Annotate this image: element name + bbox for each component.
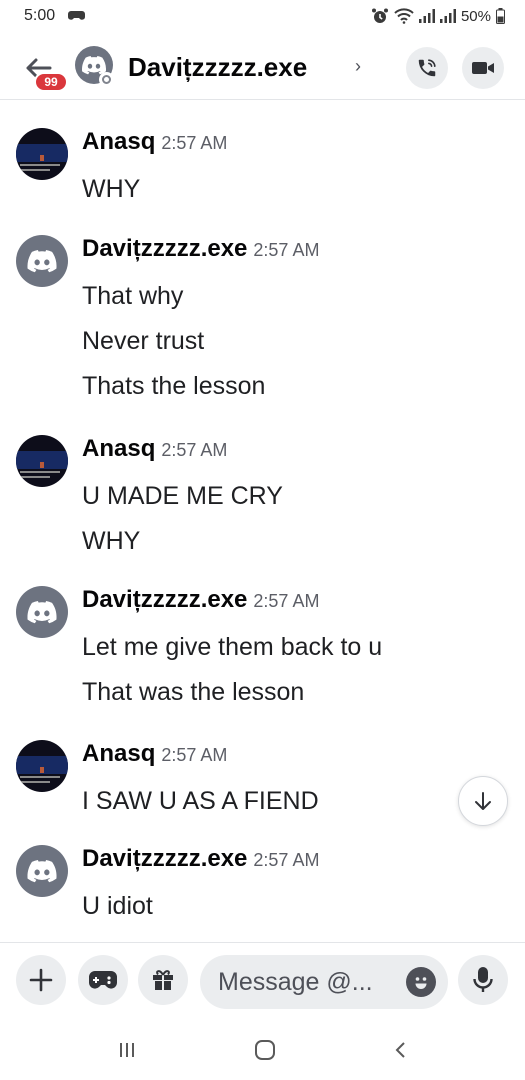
user-avatar-discord-default[interactable]: [16, 845, 68, 897]
signal-icon: [418, 9, 435, 23]
user-avatar-anasq[interactable]: [16, 740, 68, 792]
message-input[interactable]: Message @...: [200, 955, 448, 1009]
home-icon: [255, 1040, 275, 1060]
user-avatar-discord-default[interactable]: [16, 586, 68, 638]
wifi-icon: [394, 8, 414, 24]
message-text[interactable]: That why: [82, 282, 183, 311]
message-timestamp: 2:57 AM: [253, 591, 320, 611]
message-timestamp: 2:57 AM: [161, 440, 228, 460]
user-avatar-anasq[interactable]: [16, 128, 68, 180]
message-text[interactable]: U idiot: [82, 892, 153, 921]
activities-button[interactable]: [78, 955, 128, 1005]
emoji-button[interactable]: [406, 967, 436, 997]
message-header: Davițzzzzz.exe 2:57 AM: [82, 235, 319, 263]
battery-percent: 50%: [460, 7, 491, 25]
message-text[interactable]: Never trust: [82, 327, 204, 356]
jump-to-present-button[interactable]: [458, 776, 508, 826]
message-header: Anasq 2:57 AM: [82, 128, 227, 156]
phone-icon: [418, 59, 436, 77]
back-chevron-icon: [395, 1042, 405, 1058]
user-avatar-discord-default[interactable]: [16, 235, 68, 287]
voice-call-button[interactable]: [406, 47, 448, 89]
back-nav-button[interactable]: [386, 1036, 416, 1064]
message-timestamp: 2:57 AM: [253, 850, 320, 870]
offline-status-indicator: [99, 72, 114, 87]
gift-icon: [153, 970, 173, 990]
voice-message-button[interactable]: [458, 955, 508, 1005]
message-timestamp: 2:57 AM: [253, 240, 320, 260]
message-text[interactable]: U MADE ME CRY: [82, 482, 283, 511]
message-header: Anasq 2:57 AM: [82, 435, 227, 463]
message-input-placeholder: Message @...: [218, 967, 373, 996]
message-author[interactable]: Anasq: [82, 128, 155, 155]
chat-header: 99 Davițzzzzz.exe ›: [0, 34, 525, 100]
message-header: Anasq 2:57 AM: [82, 740, 227, 768]
discord-icon: [27, 859, 57, 882]
message-composer: Message @...: [0, 942, 525, 1020]
message-author[interactable]: Davițzzzzz.exe: [82, 235, 247, 262]
plus-icon: [29, 968, 53, 992]
gamepad-notification-icon: [68, 11, 85, 20]
status-icons: 50%: [371, 5, 505, 27]
discord-icon: [27, 249, 57, 272]
chat-title[interactable]: Davițzzzzz.exe: [128, 52, 307, 83]
message-author[interactable]: Anasq: [82, 740, 155, 767]
message-header: Davițzzzzz.exe 2:57 AM: [82, 586, 319, 614]
message-text[interactable]: WHY: [82, 527, 140, 556]
battery-icon: [496, 8, 505, 24]
message-author[interactable]: Davițzzzzz.exe: [82, 845, 247, 872]
video-camera-icon: [472, 62, 494, 74]
signal-icon-2: [439, 9, 456, 23]
message-text[interactable]: That was the lesson: [82, 678, 304, 707]
home-button[interactable]: [250, 1036, 280, 1064]
alarm-icon: [371, 8, 388, 23]
discord-icon: [27, 600, 57, 623]
recent-apps-icon: [120, 1043, 134, 1057]
message-timestamp: 2:57 AM: [161, 745, 228, 765]
gift-button[interactable]: [138, 955, 188, 1005]
arrow-down-icon: [475, 792, 491, 810]
message-author[interactable]: Anasq: [82, 435, 155, 462]
message-text[interactable]: Let me give them back to u: [82, 633, 382, 662]
emoji-icon: [415, 977, 427, 989]
message-header: Davițzzzzz.exe 2:57 AM: [82, 845, 319, 873]
video-call-button[interactable]: [462, 47, 504, 89]
user-avatar-anasq[interactable]: [16, 435, 68, 487]
message-author[interactable]: Davițzzzzz.exe: [82, 586, 247, 613]
chevron-right-icon[interactable]: ›: [355, 56, 361, 77]
message-text[interactable]: Thats the lesson: [82, 372, 265, 401]
gamepad-icon: [89, 971, 117, 989]
status-time: 5:00: [24, 7, 56, 24]
message-timestamp: 2:57 AM: [161, 133, 228, 153]
unread-badge: 99: [34, 72, 68, 92]
system-nav-bar: [0, 1020, 525, 1080]
recent-apps-button[interactable]: [112, 1036, 142, 1064]
message-list[interactable]: Anasq 2:57 AM WHY Davițzzzzz.exe 2:57 AM That…: [0, 100, 525, 942]
message-text[interactable]: WHY: [82, 175, 140, 204]
microphone-icon: [473, 967, 493, 992]
message-text[interactable]: I SAW U AS A FIEND: [82, 787, 319, 816]
status-bar: 5:00 50%: [0, 0, 525, 34]
add-attachment-button[interactable]: [16, 955, 66, 1005]
discord-icon: [82, 55, 106, 74]
